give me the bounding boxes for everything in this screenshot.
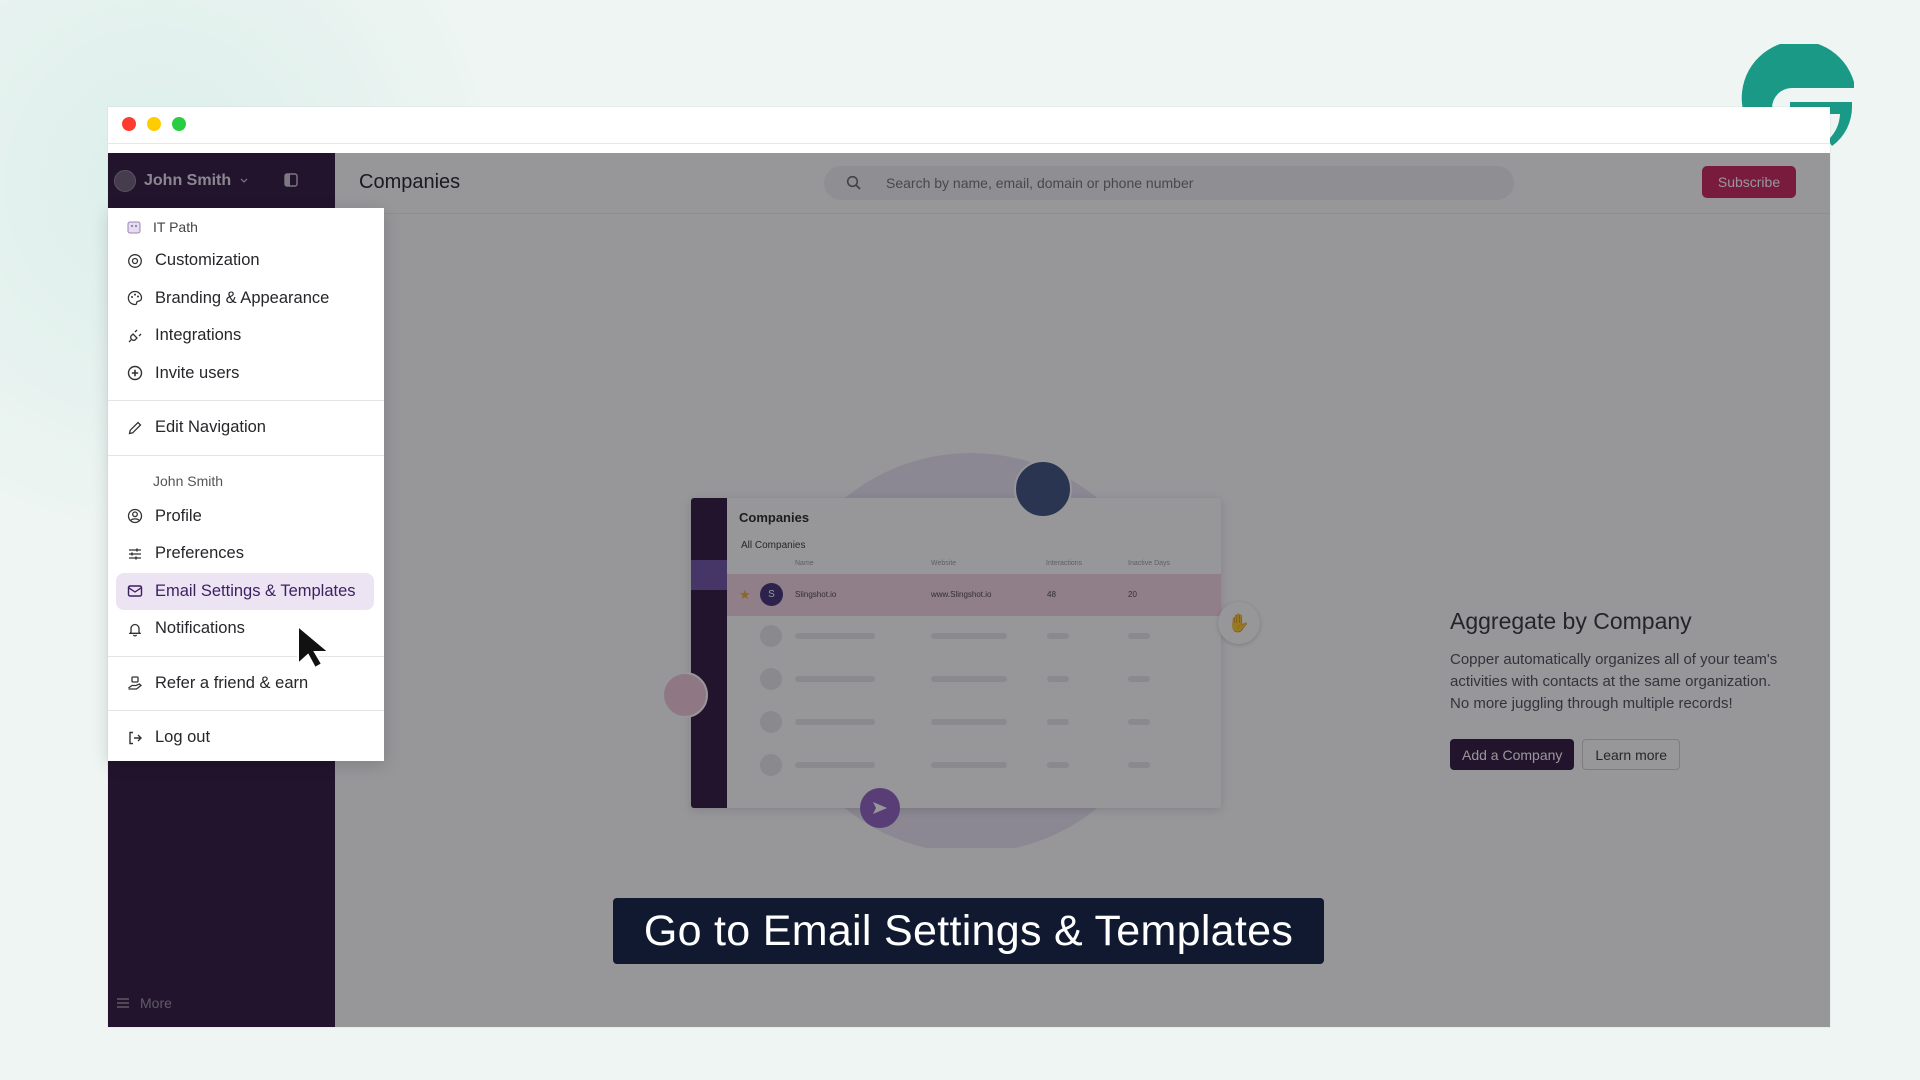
menu-divider [108,655,384,657]
minimize-window-button[interactable] [147,117,161,131]
org-section: IT Path Customization Branding & Appeara… [108,208,384,396]
gift-hand-icon [128,676,142,690]
menu-item-edit-navigation[interactable]: Edit Navigation [116,409,374,447]
menu-item-label: Refer a friend & earn [155,673,309,692]
menu-divider [108,400,384,401]
menu-item-branding[interactable]: Branding & Appearance [116,280,374,318]
navigation-section: Edit Navigation [108,405,384,451]
menu-item-refer-friend[interactable]: Refer a friend & earn [116,665,374,703]
refer-section: Refer a friend & earn [108,661,384,707]
mail-icon [127,585,143,597]
menu-divider [108,454,384,456]
plus-circle-icon [127,366,143,381]
menu-item-customization[interactable]: Customization [116,242,374,280]
menu-item-label: Email Settings & Templates [155,581,356,600]
window-titlebar [108,107,1830,144]
menu-item-label: Notifications [155,619,245,638]
org-header: IT Path [108,212,384,242]
mouse-cursor-icon [297,624,332,670]
user-circle-icon [127,509,143,524]
menu-item-email-settings[interactable]: Email Settings & Templates [116,572,374,610]
browser-window: John Smith More Companies Subscribe [108,107,1830,1027]
menu-item-label: Customization [155,251,260,270]
menu-item-label: Branding & Appearance [155,288,330,307]
maximize-window-button[interactable] [172,117,186,131]
menu-item-label: Edit Navigation [155,418,266,437]
menu-item-preferences[interactable]: Preferences [116,535,374,573]
pencil-icon [128,421,142,435]
user-dropdown-menu: IT Path Customization Branding & Appeara… [108,208,384,761]
menu-item-label: Invite users [155,363,240,382]
menu-item-label: Log out [155,728,211,747]
menu-item-profile[interactable]: Profile [116,498,374,536]
menu-item-invite-users[interactable]: Invite users [116,355,374,393]
org-name: IT Path [153,219,198,235]
user-caption: John Smith [153,472,224,489]
gear-icon [128,253,142,268]
app-container: John Smith More Companies Subscribe [108,153,1830,1027]
menu-item-label: Preferences [155,544,244,563]
sliders-icon [129,548,141,560]
bell-icon [128,623,142,637]
logout-section: Log out [108,715,384,761]
menu-item-label: Profile [155,506,202,525]
close-window-button[interactable] [122,117,136,131]
user-section: John Smith Profile Preferences Email Set… [108,460,384,652]
menu-item-label: Integrations [155,326,242,345]
palette-icon [127,291,143,306]
menu-divider [108,710,384,711]
building-icon [127,221,141,234]
menu-item-integrations[interactable]: Integrations [116,317,374,355]
menu-item-logout[interactable]: Log out [116,719,374,757]
tutorial-caption: Go to Email Settings & Templates [613,898,1324,964]
plug-icon [128,329,142,343]
logout-icon [129,731,142,744]
